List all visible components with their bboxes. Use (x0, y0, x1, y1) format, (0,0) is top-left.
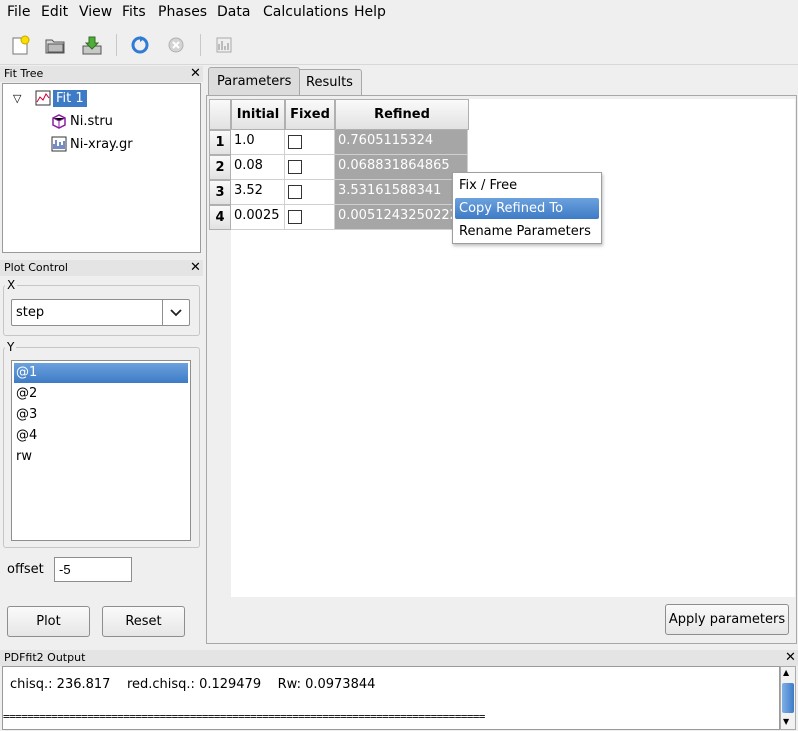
menu-item-copy-refined[interactable]: Copy Refined To Initial (455, 198, 599, 237)
x-select-value: step (16, 305, 45, 320)
toolbar-separator (200, 34, 201, 56)
table-cell[interactable]: 0.0025 (231, 205, 285, 230)
menu-item-rename-parameters[interactable]: Rename Parameters (455, 221, 599, 242)
row-header[interactable]: 4 (209, 205, 231, 230)
tree-node-fit[interactable]: ▽ Fit 1 (13, 88, 87, 108)
phase-label: Ni.stru (70, 113, 113, 129)
table-cell[interactable]: 3.53161588341 (335, 180, 468, 205)
menu-phases[interactable]: Phases (158, 4, 207, 20)
offset-label: offset (7, 562, 44, 577)
toolbar-separator (116, 34, 117, 56)
toolbar (0, 25, 798, 65)
plot-button[interactable]: Plot (7, 606, 90, 637)
column-header-initial[interactable]: Initial (231, 99, 285, 130)
menu-edit[interactable]: Edit (41, 4, 68, 20)
close-icon[interactable]: ✕ (190, 261, 201, 274)
open-folder-icon[interactable] (43, 33, 67, 57)
fixed-checkbox[interactable] (288, 185, 302, 199)
fixed-checkbox[interactable] (288, 160, 302, 174)
offset-input[interactable] (54, 557, 132, 582)
reset-button[interactable]: Reset (102, 606, 185, 637)
fit-tree-title: Fit Tree (0, 66, 203, 82)
table-cell[interactable]: 0.08 (231, 155, 285, 180)
refresh-icon[interactable] (128, 33, 152, 57)
table-cell[interactable]: 3.52 (231, 180, 285, 205)
table-cell[interactable]: 0.0051243250222 (335, 205, 468, 230)
scroll-down-icon[interactable]: ▼ (783, 717, 789, 726)
menu-bar: File Edit View Fits Phases Data Calculat… (0, 0, 798, 25)
fixed-checkbox[interactable] (288, 210, 302, 224)
fit-tree: ▽ Fit 1 Ni.stru Ni-xray.gr (2, 83, 201, 253)
list-item[interactable]: @3 (14, 405, 188, 425)
stop-icon[interactable] (164, 33, 188, 57)
y-list[interactable]: @1 @2 @3 @4 rw (11, 360, 191, 541)
menu-view[interactable]: View (79, 4, 112, 20)
chevron-down-icon[interactable]: ▽ (13, 92, 35, 105)
menu-calculations[interactable]: Calculations (263, 4, 348, 20)
tree-node-phase[interactable]: Ni.stru (51, 111, 116, 131)
output-text[interactable]: chisq.: 236.817 red.chisq.: 0.129479 Rw:… (2, 666, 780, 730)
x-group-label: X (5, 278, 18, 292)
list-item[interactable]: rw (14, 447, 188, 467)
data-label: Ni-xray.gr (70, 136, 133, 152)
x-select[interactable]: step (11, 299, 190, 326)
apply-parameters-button[interactable]: Apply parameters (665, 604, 789, 635)
table-cell[interactable]: 0.068831864865 (335, 155, 468, 180)
scroll-up-icon[interactable]: ▲ (783, 668, 789, 677)
y-group-label: Y (5, 340, 17, 354)
row-header[interactable]: 2 (209, 155, 231, 180)
output-title-text: PDFfit2 Output (4, 651, 86, 664)
tab-results[interactable]: Results (297, 69, 362, 95)
crystal-structure-icon (51, 113, 67, 129)
tree-node-data[interactable]: Ni-xray.gr (51, 134, 136, 154)
context-menu: Fix / Free Copy Refined To Initial Renam… (452, 172, 602, 244)
plot-control-title: Plot Control (0, 260, 203, 276)
row-header[interactable]: 1 (209, 130, 231, 155)
table-corner (209, 99, 231, 130)
new-project-icon[interactable] (9, 33, 33, 57)
output-line: ========================================… (3, 710, 485, 723)
menu-file[interactable]: File (7, 4, 30, 20)
menu-item-fix-free[interactable]: Fix / Free (455, 175, 599, 196)
data-plot-icon (51, 136, 67, 152)
column-header-fixed[interactable]: Fixed (285, 99, 335, 130)
list-item[interactable]: @4 (14, 426, 188, 446)
scrollbar-thumb[interactable] (782, 683, 794, 713)
table-cell[interactable]: 0.7605115324 (335, 130, 468, 155)
save-download-icon[interactable] (80, 33, 104, 57)
output-scrollbar[interactable]: ▲ ▼ (780, 666, 796, 730)
menu-help[interactable]: Help (354, 4, 386, 20)
plot-icon[interactable] (212, 33, 236, 57)
output-title: PDFfit2 Output (0, 650, 798, 666)
output-line: chisq.: 236.817 red.chisq.: 0.129479 Rw:… (10, 677, 376, 692)
fixed-cell[interactable] (285, 205, 335, 230)
fit-icon (35, 90, 51, 106)
list-item[interactable]: @1 (14, 363, 188, 383)
plot-control-title-text: Plot Control (4, 261, 68, 274)
fit-label: Fit 1 (53, 89, 87, 107)
close-icon[interactable]: ✕ (785, 651, 796, 664)
menu-data[interactable]: Data (217, 4, 250, 20)
row-header[interactable]: 3 (209, 180, 231, 205)
menu-fits[interactable]: Fits (122, 4, 146, 20)
fixed-cell[interactable] (285, 180, 335, 205)
fixed-cell[interactable] (285, 130, 335, 155)
fixed-cell[interactable] (285, 155, 335, 180)
table-cell[interactable]: 1.0 (231, 130, 285, 155)
column-header-refined[interactable]: Refined (335, 99, 469, 130)
fixed-checkbox[interactable] (288, 135, 302, 149)
close-icon[interactable]: ✕ (190, 67, 201, 80)
fit-tree-title-text: Fit Tree (4, 67, 44, 80)
chevron-down-icon[interactable] (162, 300, 189, 325)
tab-parameters[interactable]: Parameters (208, 67, 301, 95)
list-item[interactable]: @2 (14, 384, 188, 404)
